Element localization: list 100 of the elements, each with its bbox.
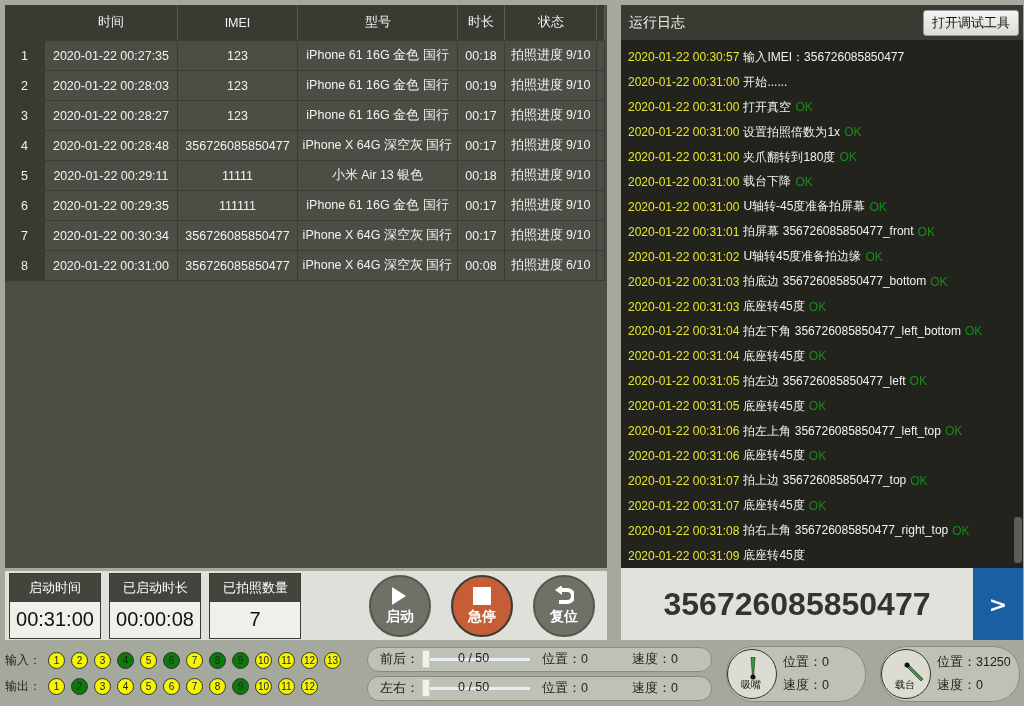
slider-thumb[interactable] <box>422 679 430 697</box>
indicator-light: 12 <box>301 678 318 695</box>
speed-text: 速度：0 <box>783 676 829 694</box>
table-cell: 123 <box>178 41 298 71</box>
log-status: OK <box>808 349 827 364</box>
position-text: 位置：0 <box>542 650 589 668</box>
log-status: OK <box>808 299 827 314</box>
indicator-light: 11 <box>278 678 295 695</box>
indicator-light: 2 <box>71 652 88 669</box>
indicator-light: 1 <box>48 678 65 695</box>
table-cell: 356726085850477 <box>178 251 298 281</box>
table-cell: 123 <box>178 101 298 131</box>
stat-value: 7 <box>248 607 262 632</box>
column-header[interactable]: 型号 <box>298 5 458 41</box>
indicator-light-on: 8 <box>209 652 226 669</box>
log-time: 2020-01-22 00:31:05 <box>628 374 740 389</box>
stat-value: 00:31:00 <box>15 607 95 632</box>
table-cell: iPhone X 64G 深空灰 国行 <box>298 221 458 251</box>
column-header[interactable]: 时长 <box>458 5 505 41</box>
slider-thumb[interactable] <box>422 650 430 668</box>
row-number: 2 <box>5 71 45 101</box>
log-time: 2020-01-22 00:31:00 <box>628 175 740 189</box>
log-status: OK <box>808 399 827 414</box>
indicator-light: 7 <box>186 652 203 669</box>
indicator-light: 8 <box>209 678 226 695</box>
indicator-light: 13 <box>324 652 341 669</box>
column-header[interactable]: 状态 <box>505 5 597 41</box>
table-cell: 2020-01-22 00:28:03 <box>45 71 178 101</box>
start-button[interactable]: 启动 <box>369 574 431 637</box>
log-message: 底座转45度 <box>743 397 805 415</box>
table-cell: iPhone 61 16G 金色 国行 <box>298 41 458 71</box>
indicator-light: 3 <box>94 652 111 669</box>
empty-header <box>597 5 605 41</box>
log-message: U轴转-45度准备拍屏幕 <box>743 198 866 216</box>
debug-tool-button[interactable]: 打开调试工具 <box>923 9 1019 36</box>
table-cell: 356726085850477 <box>178 131 298 161</box>
log-time: 2020-01-22 00:31:09 <box>628 548 740 563</box>
indicator-light-on: 9 <box>232 678 249 695</box>
log-message: 拍屏幕 356726085850477_front <box>743 223 914 241</box>
log-message: 底座转45度 <box>743 497 805 515</box>
indicator-light: 5 <box>140 678 157 695</box>
table-cell: 00:17 <box>458 191 505 221</box>
stop-icon <box>472 585 492 606</box>
log-message: 底座转45度 <box>743 298 805 315</box>
dial-label: 载台 <box>895 678 915 690</box>
log-time: 2020-01-22 00:31:00 <box>628 100 740 115</box>
log-message: 打开真空 <box>743 98 792 116</box>
log-status: OK <box>944 424 963 439</box>
dial-label: 吸嘴 <box>741 678 761 690</box>
stop-button[interactable]: 急停 <box>451 574 513 637</box>
position-text: 位置：31250 <box>937 653 1011 671</box>
table-cell: 2020-01-22 00:28:27 <box>45 101 178 131</box>
log-status: OK <box>808 448 827 463</box>
slider-track[interactable]: 0 / 50 <box>422 679 530 697</box>
indicator-light: 7 <box>186 678 203 695</box>
row-number: 6 <box>5 191 45 221</box>
table-cell: 2020-01-22 00:31:00 <box>45 251 178 281</box>
speed-text: 速度：0 <box>632 679 678 697</box>
log-status: OK <box>869 199 887 214</box>
reset-button[interactable]: 复位 <box>533 574 595 637</box>
log-message: 底座转45度 <box>743 347 805 365</box>
column-header[interactable]: IMEI <box>178 5 298 41</box>
log-time: 2020-01-22 00:31:05 <box>628 399 740 414</box>
table-cell: 拍照进度 9/10 <box>505 221 597 251</box>
indicator-light: 10 <box>255 652 272 669</box>
log-time: 2020-01-22 00:30:57 <box>628 50 740 65</box>
table-cell: iPhone 61 16G 金色 国行 <box>298 101 458 131</box>
stat-label: 已拍照数量 <box>210 573 300 602</box>
scrollbar-thumb[interactable] <box>1014 517 1022 563</box>
log-message: 拍底边 356726085850477_bottom <box>743 273 927 291</box>
table-cell: 拍照进度 6/10 <box>505 251 597 281</box>
indicator-light: 12 <box>301 652 318 669</box>
log-time: 2020-01-22 00:31:00 <box>628 125 740 140</box>
log-message: 拍左上角 356726085850477_left_top <box>743 422 941 440</box>
indicator-light-on: 2 <box>71 678 88 695</box>
gauge-needle-icon <box>750 656 756 680</box>
axis-label: 左右： <box>380 679 420 697</box>
table-cell: iPhone 61 16G 金色 国行 <box>298 191 458 221</box>
log-time: 2020-01-22 00:31:04 <box>628 324 740 339</box>
log-title: 运行日志 <box>629 13 685 32</box>
log-status: OK <box>795 100 813 115</box>
log-message: 拍右上角 356726085850477_right_top <box>743 522 949 540</box>
speed-text: 速度：0 <box>632 650 678 668</box>
stat-label: 已启动时长 <box>110 573 200 602</box>
log-message: 夹爪翻转到180度 <box>743 148 836 166</box>
imei-display: 356726085850477 <box>662 584 932 624</box>
log-status: OK <box>795 175 813 189</box>
slider-track[interactable]: 0 / 50 <box>422 650 530 668</box>
log-time: 2020-01-22 00:31:02 <box>628 249 740 264</box>
column-header[interactable]: 时间 <box>45 5 178 41</box>
table-cell: 00:17 <box>458 101 505 131</box>
table-cell: 356726085850477 <box>178 221 298 251</box>
table-cell: 00:18 <box>458 161 505 191</box>
log-time: 2020-01-22 00:31:07 <box>628 473 740 488</box>
log-message: U轴转45度准备拍边缘 <box>743 248 862 266</box>
table-cell: 00:17 <box>458 131 505 161</box>
submit-button[interactable]: > <box>973 568 1023 640</box>
log-time: 2020-01-22 00:31:03 <box>628 299 740 314</box>
indicator-light: 6 <box>163 678 180 695</box>
table-cell: 2020-01-22 00:30:34 <box>45 221 178 251</box>
